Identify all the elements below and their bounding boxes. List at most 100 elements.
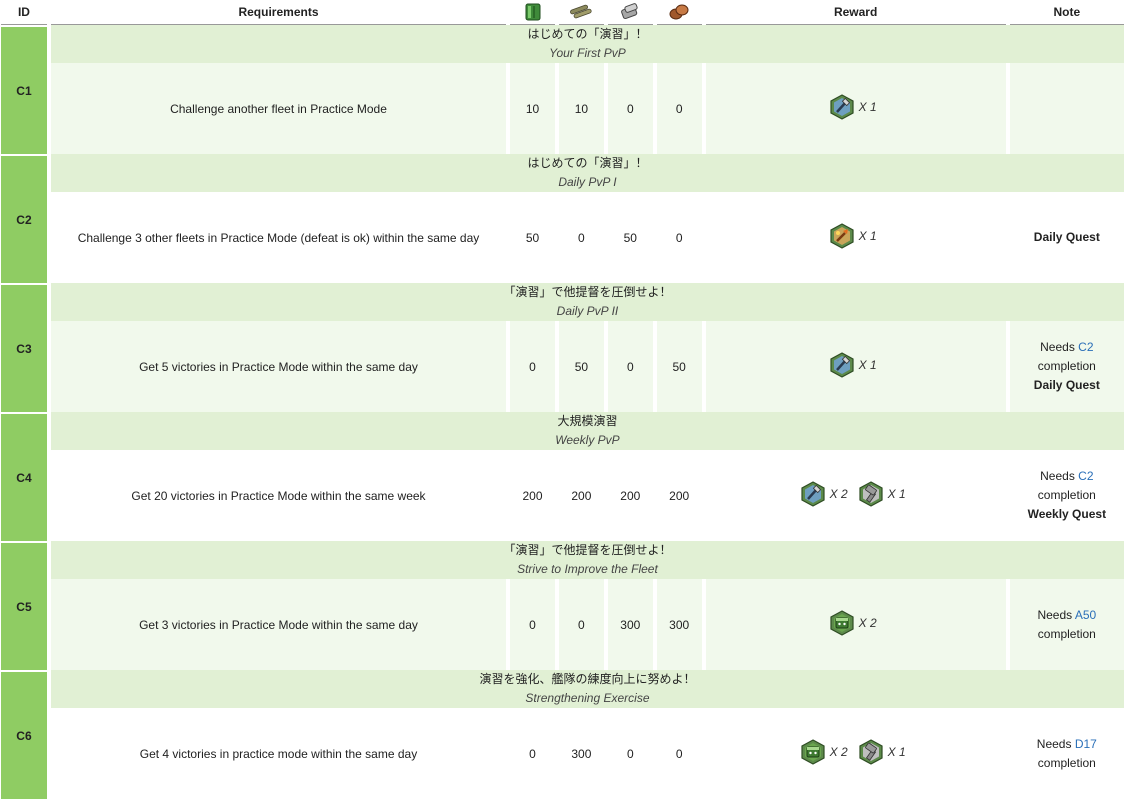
quest-title-en: Daily PvP I [558, 175, 617, 189]
quest-note: Needs D17 completion [1009, 708, 1124, 799]
quest-title-jp: 「演習」で他提督を圧倒せよ！ [503, 543, 672, 557]
resource-cost: 300 [656, 579, 702, 670]
quest-reward: X 1 [705, 63, 1006, 154]
resource-cost: 10 [558, 63, 604, 154]
quest-requirement: Get 5 victories in Practice Mode within … [50, 321, 507, 412]
resource-cost: 0 [607, 321, 653, 412]
note-prefix: Needs [1040, 469, 1079, 483]
resource-cost: 200 [558, 450, 604, 541]
quest-row: Get 4 victories in practice mode within … [1, 708, 1124, 799]
quest-title-jp: はじめての「演習」！ [527, 156, 648, 170]
resource-cost: 0 [510, 579, 555, 670]
quest-title-en: Weekly PvP [555, 433, 620, 447]
quest-title-jp: 「演習」で他提督を圧倒せよ！ [503, 285, 672, 299]
quest-title-row: C6 演習を強化、艦隊の練度向上に努めよ！ Strengthening Exerci… [1, 670, 1124, 799]
quest-title-jp: 大規模演習 [557, 414, 618, 428]
quest-title-en: Strengthening Exercise [525, 691, 650, 705]
quest-title: はじめての「演習」！ Daily PvP I [50, 154, 1124, 192]
quest-id: C5 [1, 541, 47, 670]
quest-title-jp: 演習を強化、艦隊の練度向上に努めよ！ [479, 672, 696, 686]
reward-multiplier: X 1 [887, 745, 906, 759]
header-fuel[interactable] [510, 0, 555, 25]
resource-cost: 0 [607, 63, 653, 154]
quest-title-row: C2 はじめての「演習」！ Daily PvP I [1, 154, 1124, 283]
resource-cost: 50 [558, 321, 604, 412]
resource-cost: 0 [510, 321, 555, 412]
quest-title: 「演習」で他提督を圧倒せよ！ Strive to Improve the Flee… [50, 541, 1124, 579]
note-suffix: completion [1037, 626, 1096, 641]
improvement-material-icon [858, 739, 884, 765]
resource-cost: 10 [510, 63, 555, 154]
quest-link[interactable]: C2 [1078, 469, 1093, 483]
resource-cost: 0 [656, 708, 702, 799]
header-id[interactable]: ID [1, 0, 47, 25]
quest-title-row: C1 はじめての「演習」！ Your First PvP [1, 25, 1124, 154]
reward-multiplier: X 2 [829, 487, 848, 501]
quest-title-jp: はじめての「演習」！ [527, 27, 648, 41]
quest-link[interactable]: A50 [1075, 608, 1096, 622]
quest-row: Get 3 victories in Practice Mode within … [1, 579, 1124, 670]
quest-title: はじめての「演習」！ Your First PvP [50, 25, 1124, 63]
header-row: ID Requirements Reward Note [1, 0, 1124, 25]
resource-cost: 300 [607, 579, 653, 670]
quest-title: 「演習」で他提督を圧倒せよ！ Daily PvP II [50, 283, 1124, 321]
header-requirements[interactable]: Requirements [50, 0, 507, 25]
construction-material-icon [829, 94, 855, 120]
quest-link[interactable]: D17 [1075, 737, 1097, 751]
quest-requirement: Get 3 victories in Practice Mode within … [50, 579, 507, 670]
quest-frequency: Daily Quest [1033, 230, 1100, 244]
quest-id: C1 [1, 25, 47, 154]
quest-title-row: C4 大規模演習 Weekly PvP [1, 412, 1124, 541]
note-suffix: completion [1037, 755, 1096, 770]
resource-cost: 0 [656, 192, 702, 283]
header-bauxite[interactable] [656, 0, 702, 25]
construction-material-icon [829, 352, 855, 378]
quest-note: Needs A50 completion [1009, 579, 1124, 670]
header-steel[interactable] [607, 0, 653, 25]
quest-row: Challenge another fleet in Practice Mode… [1, 63, 1124, 154]
quest-note: Needs C2 completion Weekly Quest [1009, 450, 1124, 541]
quest-title-en: Your First PvP [549, 46, 626, 60]
quest-frequency: Weekly Quest [1027, 507, 1107, 521]
quest-title: 演習を強化、艦隊の練度向上に努めよ！ Strengthening Exercise [50, 670, 1124, 708]
improvement-material-icon [858, 481, 884, 507]
header-ammo[interactable] [558, 0, 604, 25]
quest-requirement: Challenge another fleet in Practice Mode [50, 63, 507, 154]
quest-reward: X 1 [705, 192, 1006, 283]
reward-multiplier: X 1 [858, 229, 877, 243]
quest-note: Needs C2 completion Daily Quest [1009, 321, 1124, 412]
header-reward[interactable]: Reward [705, 0, 1006, 25]
quest-title: 大規模演習 Weekly PvP [50, 412, 1124, 450]
quest-id: C4 [1, 412, 47, 541]
quest-row: Get 5 victories in Practice Mode within … [1, 321, 1124, 412]
quest-id: C2 [1, 154, 47, 283]
reward-multiplier: X 2 [829, 745, 848, 759]
resource-cost: 0 [558, 192, 604, 283]
reward-multiplier: X 1 [858, 100, 877, 114]
resource-cost: 0 [607, 708, 653, 799]
quest-id: C6 [1, 670, 47, 799]
resource-cost: 0 [510, 708, 555, 799]
quest-table: ID Requirements Reward Note C1 はじめての「演習」… [0, 0, 1125, 799]
resource-cost: 0 [656, 63, 702, 154]
note-prefix: Needs [1040, 340, 1079, 354]
resource-cost: 200 [510, 450, 555, 541]
resource-cost: 200 [607, 450, 653, 541]
resource-cost: 300 [558, 708, 604, 799]
quest-link[interactable]: C2 [1078, 340, 1093, 354]
resource-cost: 200 [656, 450, 702, 541]
header-note[interactable]: Note [1009, 0, 1124, 25]
instant-construction-icon [829, 223, 855, 249]
quest-note: Daily Quest [1009, 192, 1124, 283]
bauxite-icon [669, 4, 689, 20]
quest-frequency: Daily Quest [1033, 378, 1100, 392]
note-prefix: Needs [1036, 736, 1075, 751]
furniture-box-icon [800, 739, 826, 765]
reward-multiplier: X 1 [858, 358, 877, 372]
resource-cost: 0 [558, 579, 604, 670]
furniture-box-icon [829, 610, 855, 636]
quest-reward: X 2 [705, 579, 1006, 670]
quest-title-en: Daily PvP II [556, 304, 619, 318]
quest-title-row: C5 「演習」で他提督を圧倒せよ！ Strive to Improve the Fl… [1, 541, 1124, 670]
quest-id: C3 [1, 283, 47, 412]
